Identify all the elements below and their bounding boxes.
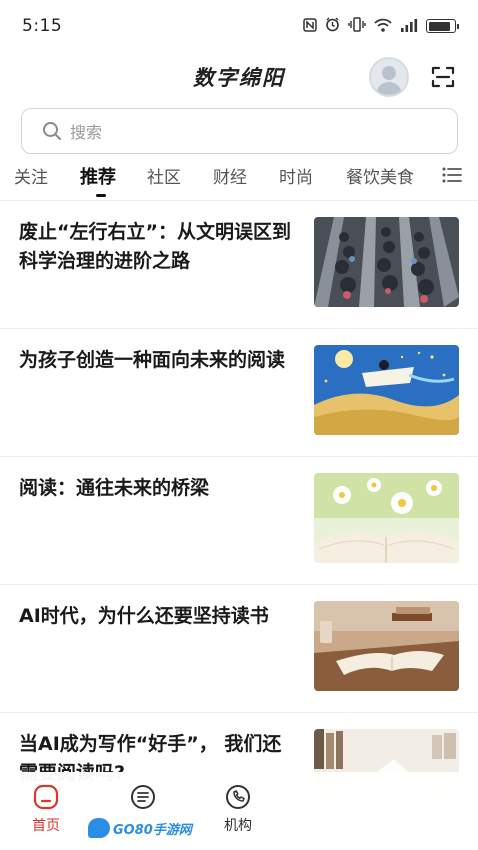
book-on-desk-image [314,601,459,691]
scan-icon [431,66,455,88]
article-card[interactable]: 阅读：通往未来的桥梁 [0,457,478,585]
watermark-text: GO80手游网 [113,822,192,838]
active-tab-indicator [96,194,106,197]
nfc-icon [303,17,317,36]
vibrate-icon [348,16,366,36]
status-icons [303,16,459,36]
signal-icon [400,17,418,36]
article-title: 阅读：通往未来的桥梁 [19,477,210,499]
menu-list-icon [442,167,462,183]
avatar-head-shape [382,66,396,80]
article-thumbnail [314,473,459,563]
tab-community[interactable]: 社区 [147,163,181,188]
article-thumbnail [314,345,459,435]
header: 数字绵阳 [0,52,478,102]
article-card[interactable]: 废止“左行右立”：从文明误区到科学治理的进阶之路 [0,201,478,329]
search-input[interactable]: 搜索 [21,108,458,154]
escalator-image [314,217,459,307]
phone-icon [226,785,250,809]
avatar-body-shape [376,82,402,95]
search-icon [43,122,61,140]
nav-home[interactable]: 首页 [16,784,76,835]
bottom-navigation: 首页 机构 GO80手游网 [0,772,478,850]
article-thumbnail [314,217,459,307]
tabs-menu-button[interactable] [441,164,463,186]
tab-recommend[interactable]: 推荐 [80,163,116,189]
article-card[interactable]: AI时代，为什么还要坚持读书 [0,585,478,713]
channel-tabs: 关注 推荐 社区 财经 时尚 餐饮美食 [0,158,478,198]
battery-level [428,21,450,31]
wifi-icon [374,17,392,36]
battery-icon [426,19,459,33]
nav-list[interactable] [113,784,173,815]
scan-button[interactable] [430,65,456,89]
article-title: 为孩子创造一种面向未来的阅读 [19,349,286,371]
nav-institution-label: 机构 [224,818,252,834]
watermark-logo [88,818,110,838]
alarm-icon [325,17,340,36]
nav-home-label: 首页 [32,818,60,834]
article-title: AI时代，为什么还要坚持读书 [19,605,269,627]
tab-follow[interactable]: 关注 [14,163,48,188]
article-thumbnail [314,601,459,691]
watermark: GO80手游网 [88,817,192,839]
news-feed: 废止“左行右立”：从文明误区到科学治理的进阶之路 为孩子创造一种面向未来的阅读 [0,200,478,841]
tab-finance[interactable]: 财经 [213,163,247,188]
status-bar: 5:15 [0,0,478,52]
list-icon [131,785,155,809]
search-placeholder: 搜索 [70,123,103,142]
home-icon [33,784,59,810]
avatar[interactable] [369,57,409,97]
tab-food[interactable]: 餐饮美食 [346,163,414,188]
article-title: 废止“左行右立”：从文明误区到科学治理的进阶之路 [19,221,291,272]
status-time: 5:15 [22,16,63,36]
article-card[interactable]: 为孩子创造一种面向未来的阅读 [0,329,478,457]
nav-institution[interactable]: 机构 [208,784,268,835]
child-reading-image [314,345,459,435]
tab-fashion[interactable]: 时尚 [279,163,313,188]
open-book-daisies-image [314,473,459,563]
